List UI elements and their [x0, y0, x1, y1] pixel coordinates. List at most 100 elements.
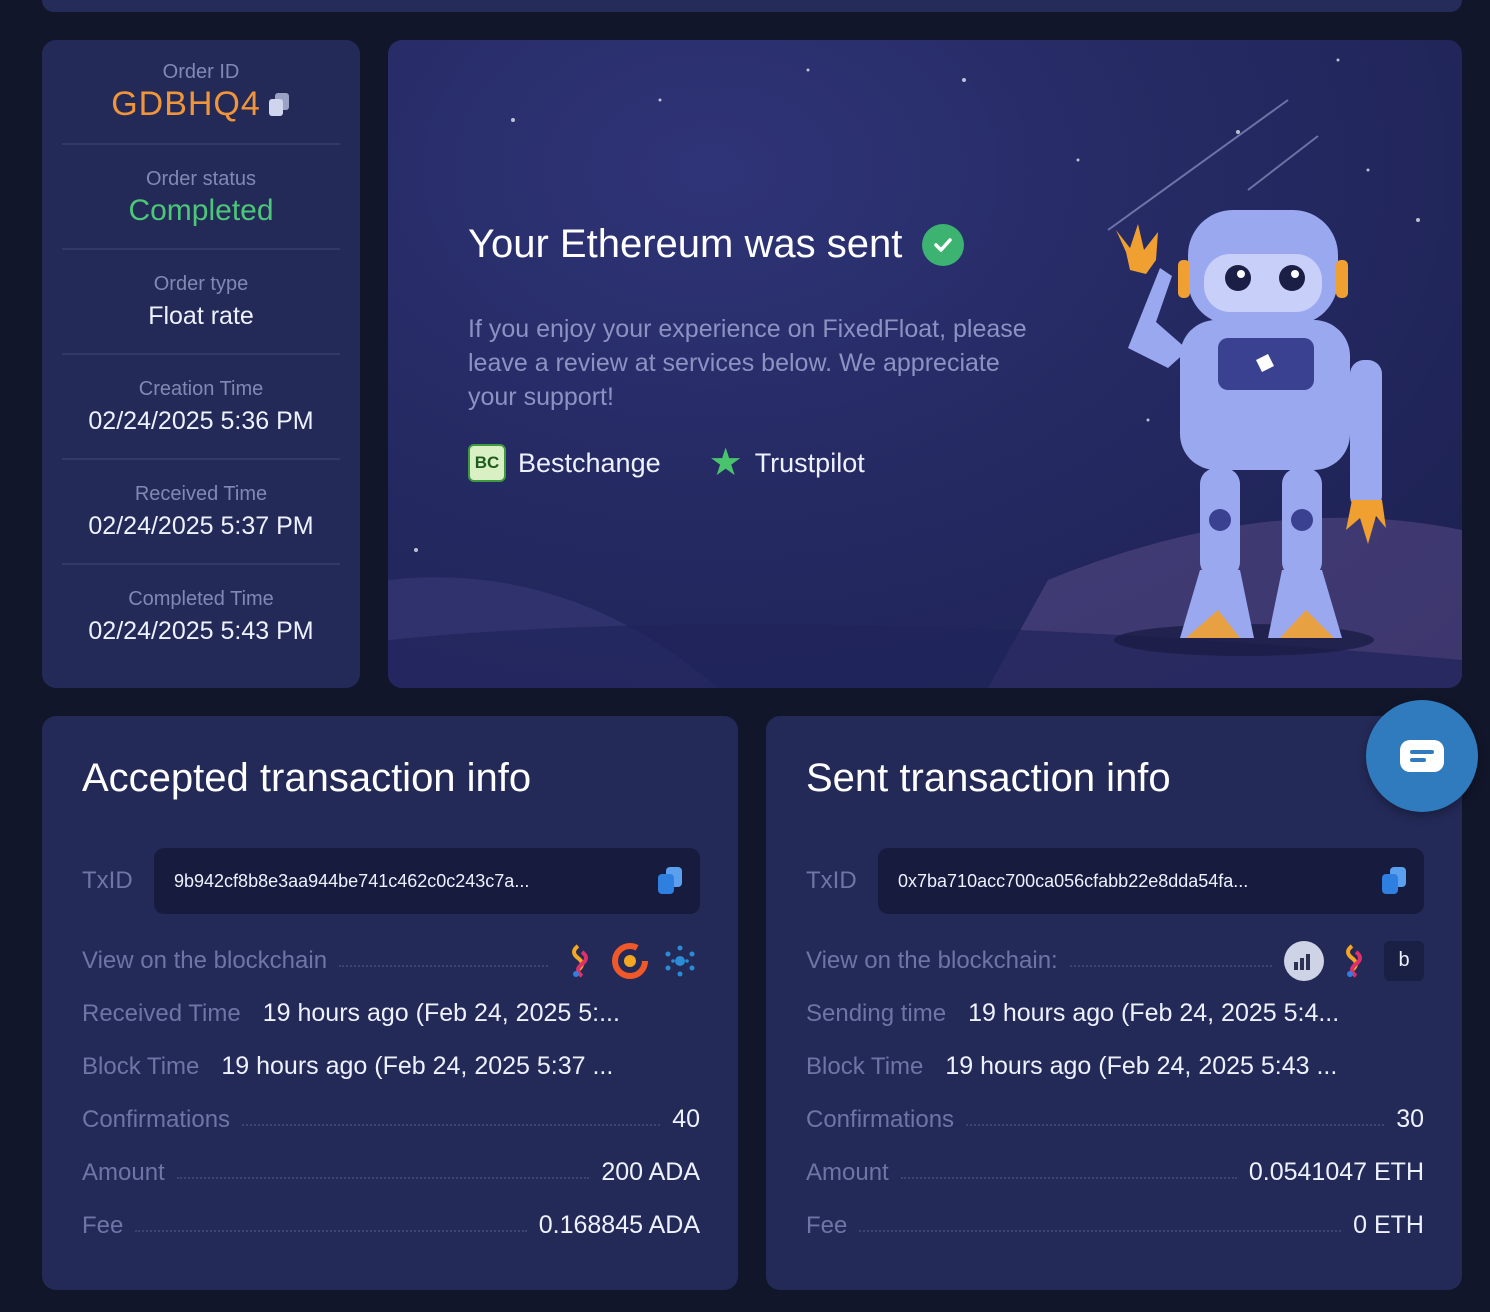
trustpilot-link[interactable]: ★ Trustpilot	[709, 444, 865, 482]
order-type-block: Order type Float rate	[62, 250, 340, 355]
fee-row: Fee 0.168845 ADA	[82, 1199, 700, 1252]
accepted-txid-row: TxID 9b942cf8b8e3aa944be741c462c0c243c7a…	[82, 848, 700, 914]
block-time-value: 19 hours ago (Feb 24, 2025 5:37 ...	[221, 1052, 614, 1080]
block-time-label: Block Time	[806, 1052, 924, 1080]
copy-icon[interactable]	[268, 92, 291, 117]
order-type-label: Order type	[153, 272, 249, 295]
creation-time-label: Creation Time	[138, 377, 264, 400]
completed-time-value: 02/24/2025 5:43 PM	[88, 616, 314, 645]
sending-time-label: Sending time	[806, 999, 947, 1027]
confirmations-value: 30	[1396, 1105, 1424, 1133]
bestchange-link[interactable]: BC Bestchange	[468, 444, 661, 482]
received-time-value: 02/24/2025 5:37 PM	[88, 511, 314, 540]
sent-details: View on the blockchain: b Sending time 1…	[806, 934, 1424, 1252]
review-request-text: If you enjoy your experience on FixedFlo…	[468, 315, 1027, 411]
order-status-label: Order status	[145, 167, 257, 190]
copy-icon[interactable]	[1382, 867, 1408, 895]
explorer-links: b	[1284, 940, 1424, 981]
bestchange-label: Bestchange	[518, 447, 661, 478]
confirmations-label: Confirmations	[82, 1105, 231, 1133]
explorer-links	[560, 941, 700, 981]
sent-txid-row: TxID 0x7ba710acc700ca056cfabb22e8dda54fa…	[806, 848, 1424, 914]
view-blockchain-row: View on the blockchain	[82, 934, 700, 987]
received-time-label: Received Time	[82, 999, 241, 1027]
view-blockchain-label: View on the blockchain:	[806, 946, 1058, 974]
dotted-leader	[900, 1176, 1237, 1179]
chat-icon	[1400, 740, 1444, 772]
blockchair-icon[interactable]: b	[1384, 940, 1424, 981]
dotted-leader	[966, 1123, 1385, 1126]
sending-time-row: Sending time 19 hours ago (Feb 24, 2025 …	[806, 987, 1424, 1040]
confirmations-label: Confirmations	[806, 1105, 955, 1133]
dotted-leader	[242, 1123, 661, 1126]
confirmations-value: 40	[672, 1105, 700, 1133]
order-id-label: Order ID	[162, 61, 240, 83]
etherscan-icon[interactable]	[1284, 940, 1324, 981]
fee-value: 0 ETH	[1353, 1211, 1424, 1239]
fee-label: Fee	[806, 1211, 848, 1239]
txid-label: TxID	[806, 867, 857, 894]
order-id-value: GDBHQ4	[111, 85, 261, 123]
accepted-transaction-card: Accepted transaction info TxID 9b942cf8b…	[42, 716, 738, 1290]
dotted-leader	[859, 1229, 1342, 1232]
star-icon: ★	[708, 442, 743, 484]
received-time-label: Received Time	[134, 482, 268, 505]
confirmations-row: Confirmations 30	[806, 1093, 1424, 1146]
order-id: GDBHQ4	[111, 85, 291, 124]
sent-txid-box[interactable]: 0x7ba710acc700ca056cfabb22e8dda54fa...	[878, 848, 1424, 914]
view-blockchain-label: View on the blockchain	[82, 946, 328, 974]
fee-value: 0.168845 ADA	[538, 1211, 700, 1239]
amount-row: Amount 0.0541047 ETH	[806, 1146, 1424, 1199]
explorer-sparkle-icon[interactable]	[1334, 941, 1374, 981]
amount-row: Amount 200 ADA	[82, 1146, 700, 1199]
completed-time-label: Completed Time	[128, 587, 274, 610]
fee-label: Fee	[82, 1211, 124, 1239]
robot-mascot	[1114, 210, 1386, 656]
accepted-txid-box[interactable]: 9b942cf8b8e3aa944be741c462c0c243c7a...	[154, 848, 700, 914]
amount-label: Amount	[806, 1158, 889, 1186]
sent-txid-value: 0x7ba710acc700ca056cfabb22e8dda54fa...	[898, 870, 1249, 891]
dotted-leader	[135, 1229, 527, 1232]
trustpilot-label: Trustpilot	[754, 447, 865, 478]
sent-transaction-card: Sent transaction info TxID 0x7ba710acc70…	[766, 716, 1462, 1290]
received-time-value: 19 hours ago (Feb 24, 2025 5:...	[262, 999, 620, 1027]
review-links: BC Bestchange ★ Trustpilot	[468, 444, 865, 482]
amount-value: 0.0541047 ETH	[1248, 1158, 1424, 1186]
block-time-row: Block Time 19 hours ago (Feb 24, 2025 5:…	[806, 1040, 1424, 1093]
accepted-txid-value: 9b942cf8b8e3aa944be741c462c0c243c7a...	[174, 870, 530, 891]
order-info-card: Order ID GDBHQ4 Order status Completed O…	[42, 40, 360, 688]
chat-support-button[interactable]	[1366, 700, 1478, 812]
received-time-row: Received Time 19 hours ago (Feb 24, 2025…	[82, 987, 700, 1040]
sent-title: Sent transaction info	[806, 756, 1171, 800]
order-status-block: Order status Completed	[62, 145, 340, 250]
accepted-details: View on the blockchain Received Time 19 …	[82, 934, 700, 1252]
block-time-row: Block Time 19 hours ago (Feb 24, 2025 5:…	[82, 1040, 700, 1093]
fee-row: Fee 0 ETH	[806, 1199, 1424, 1252]
hero-title-text: Your Ethereum was sent	[468, 222, 903, 266]
order-id-block: Order ID GDBHQ4	[62, 40, 340, 145]
hero-title: Your Ethereum was sent	[468, 222, 965, 267]
copy-icon[interactable]	[658, 867, 684, 895]
dotted-leader	[1069, 964, 1272, 967]
block-time-label: Block Time	[82, 1052, 200, 1080]
explorer-ring-icon[interactable]	[610, 941, 650, 981]
txid-label: TxID	[82, 867, 133, 894]
block-time-value: 19 hours ago (Feb 24, 2025 5:43 ...	[945, 1052, 1338, 1080]
success-banner: Your Ethereum was sent If you enjoy your…	[388, 40, 1462, 688]
dotted-leader	[339, 964, 548, 967]
explorer-sparkle-icon[interactable]	[560, 941, 600, 981]
amount-value: 200 ADA	[601, 1158, 700, 1186]
creation-time-block: Creation Time 02/24/2025 5:36 PM	[62, 355, 340, 460]
check-circle-icon	[922, 223, 965, 266]
accepted-title: Accepted transaction info	[82, 756, 532, 800]
dotted-leader	[176, 1176, 590, 1179]
confirmations-row: Confirmations 40	[82, 1093, 700, 1146]
top-card-edge	[42, 0, 1462, 12]
amount-label: Amount	[82, 1158, 165, 1186]
bestchange-icon: BC	[468, 444, 506, 482]
cardano-icon[interactable]	[660, 941, 700, 981]
creation-time-value: 02/24/2025 5:36 PM	[88, 406, 314, 435]
order-status-value: Completed	[128, 193, 274, 227]
received-time-block: Received Time 02/24/2025 5:37 PM	[62, 460, 340, 565]
completed-time-block: Completed Time 02/24/2025 5:43 PM	[62, 565, 340, 668]
